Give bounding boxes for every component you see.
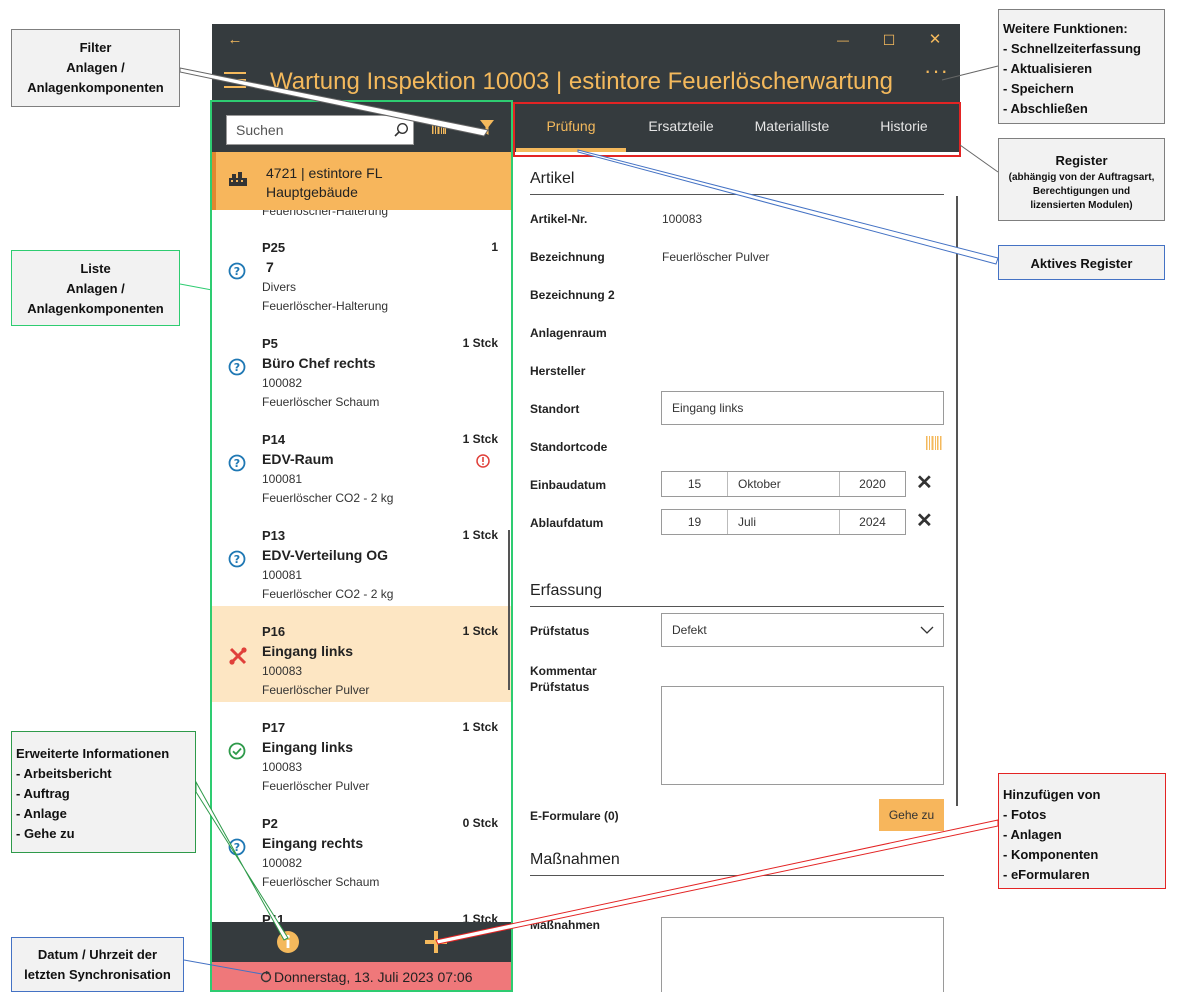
callout-datum-line: letzten Synchronisation (24, 967, 171, 982)
tabs-highlight-frame (513, 102, 961, 157)
callout-register-sub: Berechtigungen und (1032, 186, 1131, 197)
callout-register-sub: lizensierten Modulen) (1030, 200, 1133, 211)
callout-weitere-line: - Schnellzeiterfassung (1003, 41, 1141, 56)
callout-liste-line: Liste (80, 261, 111, 276)
aktiv-leader (577, 149, 999, 265)
weitere-leader (941, 65, 999, 81)
callout-erweitert-line: - Anlage (16, 806, 67, 821)
callout-hinzu-line: - Anlagen (1003, 827, 1062, 842)
callout-erweitert: Erweiterte Informationen - Arbeitsberich… (11, 731, 196, 853)
callout-register: Register (abhängig von der Auftragsart, … (998, 138, 1165, 221)
register-leader (959, 144, 999, 173)
callout-hinzu-line: - Fotos (1003, 807, 1047, 822)
callout-hinzu-line: Hinzufügen von (1003, 787, 1101, 802)
callout-datum-line: Datum / Uhrzeit der (37, 947, 158, 962)
callout-weitere-line: Weitere Funktionen: (1003, 21, 1128, 36)
datum-leader (183, 959, 263, 975)
callout-aktiv: Aktives Register (998, 245, 1165, 280)
liste-leader (179, 283, 213, 291)
hinzu-leader (435, 819, 999, 945)
callout-weitere-line: - Speichern (1003, 81, 1074, 96)
callout-hinzu-line: - Komponenten (1003, 847, 1099, 862)
callout-erweitert-line: - Gehe zu (16, 826, 75, 841)
callout-erweitert-line: - Auftrag (16, 786, 70, 801)
callout-hinzu-line: - eFormularen (1003, 867, 1090, 882)
callout-liste-line: Anlagen / (66, 281, 125, 296)
callout-filter-line: Anlagenkomponenten (27, 80, 164, 95)
callout-weitere-line: - Abschließen (1003, 101, 1088, 116)
callout-filter: Filter Anlagen / Anlagenkomponenten (11, 29, 180, 107)
callout-hinzu: Hinzufügen von - Fotos - Anlagen - Kompo… (998, 773, 1166, 889)
callout-erweitert-line: Erweiterte Informationen (16, 746, 170, 761)
callout-filter-line: Filter (79, 40, 112, 55)
callout-weitere-line: - Aktualisieren (1003, 61, 1093, 76)
callout-register-title: Register (1055, 153, 1108, 168)
callout-datum: Datum / Uhrzeit der letzten Synchronisat… (11, 937, 184, 992)
callout-register-sub: (abhängig von der Auftragsart, (1008, 172, 1155, 183)
callout-liste: Liste Anlagen / Anlagenkomponenten (11, 250, 180, 326)
list-highlight-frame (210, 100, 513, 992)
erweitert-leader (195, 780, 289, 941)
callout-liste-line: Anlagenkomponenten (27, 301, 164, 316)
callout-erweitert-line: - Arbeitsbericht (16, 766, 112, 781)
callout-filter-line: Anlagen / (66, 60, 125, 75)
callout-weitere: Weitere Funktionen: - Schnellzeiterfassu… (998, 9, 1165, 124)
